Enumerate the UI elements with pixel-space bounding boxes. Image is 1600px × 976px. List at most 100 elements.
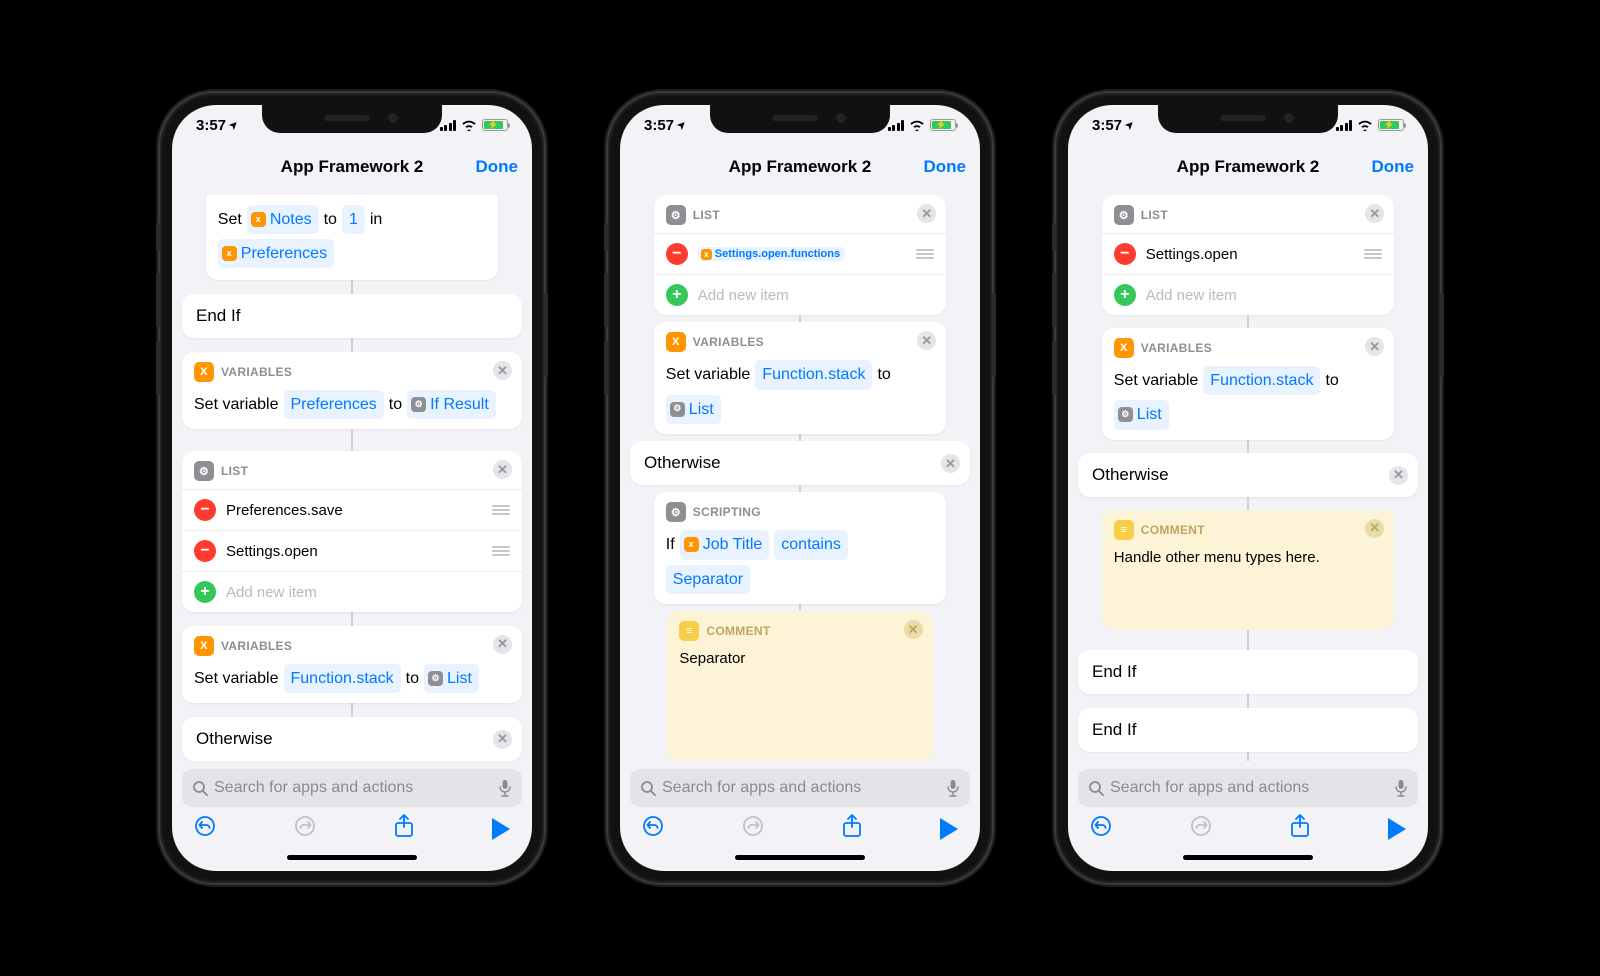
end-if-card[interactable]: End If [182, 294, 522, 338]
play-button[interactable] [492, 818, 510, 840]
token-separator[interactable]: Separator [666, 565, 750, 594]
add-item-row[interactable]: + Add new item [654, 274, 946, 315]
close-icon[interactable]: ✕ [1389, 466, 1408, 485]
search-input[interactable]: Search for apps and actions [630, 769, 970, 807]
token-var-name[interactable]: Function.stack [1203, 366, 1320, 395]
delete-icon[interactable]: − [194, 499, 216, 521]
drag-handle-icon[interactable] [492, 546, 510, 556]
comment-text[interactable]: Handle other menu types here. [1114, 548, 1382, 568]
token-settings-open-functions[interactable]: xSettings.open.functions [698, 247, 845, 261]
share-button[interactable] [1290, 814, 1310, 844]
search-input[interactable]: Search for apps and actions [1078, 769, 1418, 807]
delete-icon[interactable]: − [194, 540, 216, 562]
token-var-name[interactable]: Preferences [284, 390, 384, 419]
otherwise-card[interactable]: Otherwise ✕ [182, 717, 522, 761]
add-icon[interactable]: + [666, 284, 688, 306]
share-button[interactable] [394, 814, 414, 844]
add-item-row[interactable]: + Add new item [1102, 274, 1394, 315]
comment-card[interactable]: ≡ COMMENT ✕ Separator [667, 611, 932, 761]
list-item[interactable]: − Settings.open [1102, 233, 1394, 274]
comment-card[interactable]: ≡ COMMENT ✕ Handle other menu types here… [1102, 510, 1394, 630]
list-item[interactable]: − Settings.open [182, 530, 522, 571]
variables-card[interactable]: x VARIABLES ✕ Set variable Function.stac… [182, 626, 522, 703]
toolbar [1068, 807, 1428, 851]
workflow-canvas[interactable]: Set xNotes to 1 in xPreferences End If x… [172, 189, 532, 761]
token-list[interactable]: ⚙List [424, 664, 479, 693]
search-icon [1088, 780, 1104, 796]
delete-icon[interactable]: − [666, 243, 688, 265]
search-input[interactable]: Search for apps and actions [182, 769, 522, 807]
token-if-result[interactable]: ⚙If Result [407, 390, 496, 419]
play-button[interactable] [1388, 818, 1406, 840]
token-list[interactable]: ⚙List [666, 395, 721, 424]
close-icon[interactable]: ✕ [493, 730, 512, 749]
add-icon[interactable]: + [194, 581, 216, 603]
token-list[interactable]: ⚙List [1114, 400, 1169, 429]
close-icon[interactable]: ✕ [493, 635, 512, 654]
done-button[interactable]: Done [924, 157, 967, 177]
variables-card[interactable]: x VARIABLES ✕ Set variable Function.stac… [654, 322, 946, 433]
list-item[interactable]: − xSettings.open.functions [654, 233, 946, 274]
close-icon[interactable]: ✕ [493, 460, 512, 479]
volume-down-button[interactable] [604, 341, 608, 395]
volume-up-button[interactable] [1052, 273, 1056, 327]
close-icon[interactable]: ✕ [941, 454, 960, 473]
volume-down-button[interactable] [156, 341, 160, 395]
done-button[interactable]: Done [1372, 157, 1415, 177]
volume-up-button[interactable] [156, 273, 160, 327]
mute-switch[interactable] [604, 223, 608, 251]
set-dictionary-card[interactable]: Set xNotes to 1 in xPreferences [206, 195, 498, 280]
done-button[interactable]: Done [476, 157, 519, 177]
token-one[interactable]: 1 [342, 205, 365, 234]
end-if-card[interactable]: End If [1078, 650, 1418, 694]
mic-icon[interactable] [1394, 779, 1408, 797]
home-indicator[interactable] [620, 851, 980, 871]
variables-card[interactable]: x VARIABLES ✕ Set variable Preferences t… [182, 352, 522, 429]
drag-handle-icon[interactable] [916, 249, 934, 259]
power-button[interactable] [1440, 293, 1444, 377]
comment-text[interactable]: Separator [679, 649, 920, 669]
mic-icon[interactable] [498, 779, 512, 797]
mic-icon[interactable] [946, 779, 960, 797]
close-icon[interactable]: ✕ [493, 361, 512, 380]
home-indicator[interactable] [172, 851, 532, 871]
drag-handle-icon[interactable] [492, 505, 510, 515]
token-preferences[interactable]: xPreferences [218, 239, 334, 268]
list-icon: ⚙ [666, 205, 686, 225]
undo-button[interactable] [194, 815, 216, 843]
add-item-row[interactable]: + Add new item [182, 571, 522, 612]
volume-up-button[interactable] [604, 273, 608, 327]
token-notes[interactable]: xNotes [247, 205, 319, 234]
otherwise-card[interactable]: Otherwise ✕ [1078, 453, 1418, 497]
list-card[interactable]: ⚙ LIST ✕ − Preferences.save − Settings.o… [182, 451, 522, 612]
token-job-title[interactable]: xJob Title [680, 530, 770, 559]
redo-button [742, 815, 764, 843]
undo-button[interactable] [642, 815, 664, 843]
drag-handle-icon[interactable] [1364, 249, 1382, 259]
mute-switch[interactable] [156, 223, 160, 251]
volume-down-button[interactable] [1052, 341, 1056, 395]
list-card[interactable]: ⚙ LIST ✕ − Settings.open + Add new item [1102, 195, 1394, 315]
power-button[interactable] [992, 293, 996, 377]
token-contains[interactable]: contains [774, 530, 848, 559]
list-card[interactable]: ⚙ LIST ✕ − xSettings.open.functions + Ad… [654, 195, 946, 315]
list-item[interactable]: − Preferences.save [182, 489, 522, 530]
undo-button[interactable] [1090, 815, 1112, 843]
play-button[interactable] [940, 818, 958, 840]
home-indicator[interactable] [1068, 851, 1428, 871]
if-card[interactable]: ⚙ SCRIPTING If xJob Title contains Separ… [654, 492, 946, 603]
variables-card[interactable]: x VARIABLES ✕ Set variable Function.stac… [1102, 328, 1394, 439]
add-icon[interactable]: + [1114, 284, 1136, 306]
workflow-canvas[interactable]: ⚙ LIST ✕ − xSettings.open.functions + Ad… [620, 189, 980, 761]
delete-icon[interactable]: − [1114, 243, 1136, 265]
end-if-card[interactable]: End If [1078, 708, 1418, 752]
close-icon[interactable]: ✕ [1365, 519, 1384, 538]
mute-switch[interactable] [1052, 223, 1056, 251]
otherwise-card[interactable]: Otherwise ✕ [630, 441, 970, 485]
token-var-name[interactable]: Function.stack [284, 664, 401, 693]
close-icon[interactable]: ✕ [904, 620, 923, 639]
power-button[interactable] [544, 293, 548, 377]
share-button[interactable] [842, 814, 862, 844]
token-var-name[interactable]: Function.stack [755, 360, 872, 389]
workflow-canvas[interactable]: ⚙ LIST ✕ − Settings.open + Add new item … [1068, 189, 1428, 761]
